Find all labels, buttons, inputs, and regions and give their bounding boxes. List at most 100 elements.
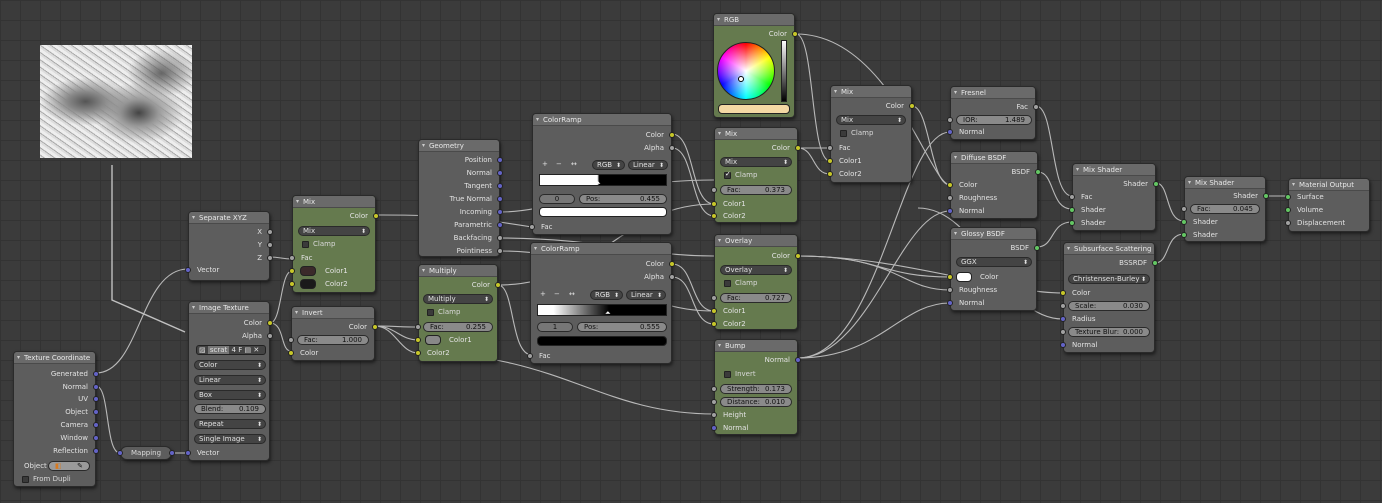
socket[interactable] bbox=[947, 208, 953, 214]
node-header[interactable]: RGB bbox=[714, 14, 794, 26]
node-header[interactable]: Mix bbox=[293, 196, 375, 208]
scale-field[interactable]: Scale: 0.030 bbox=[1068, 301, 1150, 311]
socket[interactable] bbox=[711, 412, 717, 418]
blend-field[interactable]: Blend: 0.109 bbox=[194, 404, 266, 414]
fac-field[interactable]: Fac: 0.727 bbox=[720, 293, 792, 303]
socket[interactable] bbox=[93, 384, 99, 390]
socket[interactable] bbox=[373, 213, 379, 219]
flip-ramp-button[interactable]: ↔ bbox=[571, 160, 577, 170]
stop-color-swatch[interactable] bbox=[539, 207, 667, 217]
interpolation-dropdown[interactable]: Linear bbox=[626, 290, 666, 300]
socket[interactable] bbox=[289, 268, 295, 274]
socket[interactable] bbox=[497, 157, 503, 163]
node-header[interactable]: Subsurface Scattering bbox=[1064, 243, 1154, 255]
socket[interactable] bbox=[267, 333, 273, 339]
socket[interactable] bbox=[947, 274, 953, 280]
socket[interactable] bbox=[947, 195, 953, 201]
node-header[interactable]: Geometry bbox=[419, 140, 499, 152]
node-bump[interactable]: Bump Normal Invert Strength: 0.173 Distan… bbox=[711, 339, 801, 435]
socket[interactable] bbox=[711, 308, 717, 314]
socket[interactable] bbox=[93, 448, 99, 454]
socket[interactable] bbox=[795, 253, 801, 259]
socket[interactable] bbox=[947, 129, 953, 135]
socket[interactable] bbox=[795, 357, 801, 363]
ior-field[interactable]: IOR: 1.489 bbox=[956, 115, 1032, 125]
node-header[interactable]: Diffuse BSDF bbox=[951, 152, 1037, 164]
socket[interactable] bbox=[497, 235, 503, 241]
socket[interactable] bbox=[711, 399, 717, 405]
socket[interactable] bbox=[267, 242, 273, 248]
node-header[interactable]: Mix Shader bbox=[1185, 177, 1265, 189]
socket[interactable] bbox=[827, 158, 833, 164]
node-header[interactable]: Mix bbox=[831, 86, 911, 98]
node-colorramp-1[interactable]: ColorRamp Color Alpha + − ↔ RGB Linear ⏶… bbox=[529, 113, 675, 235]
clamp-checkbox[interactable] bbox=[302, 241, 309, 248]
clamp-checkbox[interactable] bbox=[724, 280, 731, 287]
color-mode-dropdown[interactable]: RGB bbox=[592, 160, 625, 170]
socket[interactable] bbox=[669, 261, 675, 267]
node-header[interactable]: Mapping bbox=[121, 447, 171, 459]
node-rgb[interactable]: RGB Color bbox=[713, 13, 798, 118]
object-field[interactable]: ◧ ✎ bbox=[48, 461, 90, 471]
node-header[interactable]: ColorRamp bbox=[531, 243, 671, 255]
socket[interactable] bbox=[1060, 329, 1066, 335]
socket[interactable] bbox=[93, 371, 99, 377]
socket[interactable] bbox=[1152, 260, 1158, 266]
remove-stop-button[interactable]: − bbox=[556, 160, 562, 170]
interpolation-dropdown[interactable]: Linear bbox=[194, 375, 266, 385]
socket[interactable] bbox=[267, 229, 273, 235]
socket[interactable] bbox=[1060, 316, 1066, 322]
socket[interactable] bbox=[1285, 220, 1291, 226]
blend-mode-dropdown[interactable]: Mix bbox=[298, 226, 370, 236]
node-invert[interactable]: Invert Color Fac: 1.000 Color bbox=[288, 306, 378, 361]
stop-index-field[interactable]: 0 bbox=[539, 194, 575, 204]
remove-stop-button[interactable]: − bbox=[554, 290, 560, 300]
socket[interactable] bbox=[372, 324, 378, 330]
fake-user-button[interactable]: F bbox=[238, 346, 242, 354]
socket[interactable] bbox=[1069, 194, 1075, 200]
node-mix-shader-2[interactable]: Mix Shader Shader Fac: 0.045 Shader Shade… bbox=[1181, 176, 1269, 242]
folder-icon[interactable]: ▤ bbox=[244, 346, 251, 354]
blend-mode-dropdown[interactable]: Multiply bbox=[423, 294, 493, 304]
socket[interactable] bbox=[947, 117, 953, 123]
texture-blur-field[interactable]: Texture Blur: 0.000 bbox=[1068, 327, 1150, 337]
socket[interactable] bbox=[93, 409, 99, 415]
node-header[interactable]: Image Texture bbox=[189, 302, 269, 314]
socket[interactable] bbox=[93, 422, 99, 428]
node-multiply[interactable]: Multiply Color Multiply Clamp Fac:0.255 … bbox=[415, 264, 501, 362]
socket[interactable] bbox=[497, 170, 503, 176]
socket[interactable] bbox=[1060, 342, 1066, 348]
socket[interactable] bbox=[93, 435, 99, 441]
clamp-checkbox[interactable] bbox=[427, 309, 434, 316]
node-image-texture[interactable]: Image Texture Color Alpha ▨ scrat 4 F ▤ … bbox=[185, 301, 273, 461]
node-diffuse-bsdf[interactable]: Diffuse BSDF BSDF Color Roughness Normal bbox=[947, 151, 1041, 219]
distribution-dropdown[interactable]: GGX bbox=[956, 257, 1032, 267]
node-header[interactable]: Bump bbox=[715, 340, 797, 352]
clamp-checkbox[interactable] bbox=[840, 130, 847, 137]
socket[interactable] bbox=[497, 248, 503, 254]
socket[interactable] bbox=[711, 187, 717, 193]
socket[interactable] bbox=[711, 295, 717, 301]
node-header[interactable]: Fresnel bbox=[951, 87, 1035, 99]
socket[interactable] bbox=[909, 103, 915, 109]
socket[interactable] bbox=[1181, 219, 1187, 225]
falloff-dropdown[interactable]: Christensen-Burley bbox=[1068, 274, 1150, 284]
socket[interactable] bbox=[669, 132, 675, 138]
node-mix-3[interactable]: Mix Color Mix Clamp Fac Color1 Color2 bbox=[827, 85, 915, 183]
from-dupli-checkbox[interactable] bbox=[22, 476, 29, 483]
stop-color-swatch[interactable] bbox=[537, 336, 667, 346]
clamp-checkbox[interactable] bbox=[724, 170, 731, 179]
socket[interactable] bbox=[1181, 206, 1187, 212]
color-mode-dropdown[interactable]: RGB bbox=[590, 290, 623, 300]
ramp-stop-handle[interactable]: ⏶ bbox=[595, 179, 601, 189]
socket[interactable] bbox=[1069, 207, 1075, 213]
node-overlay[interactable]: Overlay Color Overlay Clamp Fac: 0.727 Co… bbox=[711, 234, 801, 330]
socket[interactable] bbox=[669, 145, 675, 151]
flip-ramp-button[interactable]: ↔ bbox=[569, 290, 575, 300]
socket[interactable] bbox=[497, 209, 503, 215]
socket[interactable] bbox=[827, 171, 833, 177]
ramp-stop-handle[interactable]: ⏶ bbox=[550, 309, 556, 319]
socket[interactable] bbox=[1034, 245, 1040, 251]
source-dropdown[interactable]: Single Image bbox=[194, 434, 266, 444]
node-mapping[interactable]: Mapping bbox=[117, 446, 175, 460]
